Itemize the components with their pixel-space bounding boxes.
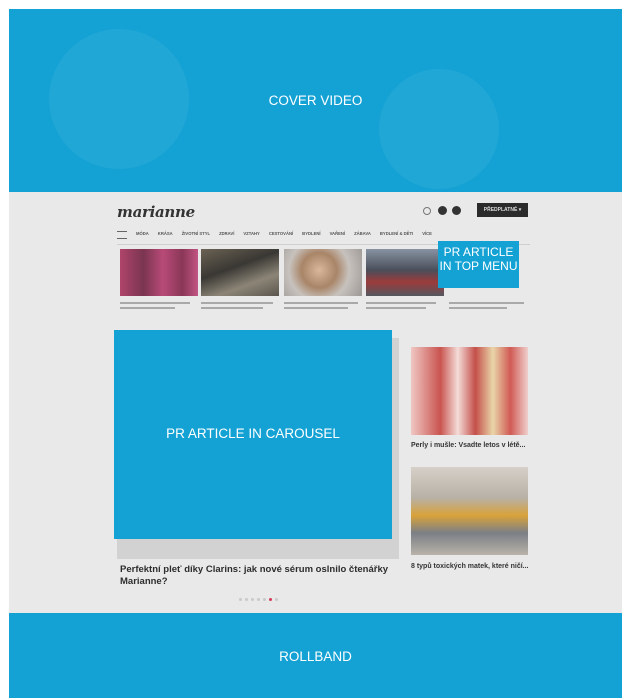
pr-article-carousel-slot[interactable]: PR ARTICLE IN CAROUSEL [114, 330, 392, 539]
nav-item[interactable]: CESTOVÁNÍ [269, 231, 293, 241]
side-article-title[interactable]: Perly i mušle: Vsadte letos v létě... [411, 441, 529, 450]
caption-line [449, 307, 507, 309]
caption-line [366, 302, 436, 304]
menu-icon[interactable] [117, 231, 127, 239]
caption-line [366, 307, 426, 309]
carousel-dot[interactable] [251, 598, 254, 601]
menu-article-thumb[interactable] [120, 249, 198, 296]
rollband-slot[interactable]: ROLLBAND [9, 613, 622, 698]
nav-item[interactable]: VAŘENÍ [330, 231, 346, 241]
carousel-dot[interactable] [239, 598, 242, 601]
carousel-dot[interactable] [263, 598, 266, 601]
side-article-image[interactable] [411, 467, 528, 555]
user-icon[interactable] [438, 206, 447, 215]
caption-line [201, 307, 263, 309]
nav-item[interactable]: BYDLENÍ [302, 231, 320, 241]
side-article-image[interactable] [411, 347, 528, 435]
nav-item[interactable]: ZÁBAVA [354, 231, 371, 241]
caption-line [449, 302, 524, 304]
carousel-article-title[interactable]: Perfektní pleť díky Clarins: jak nové sé… [120, 564, 405, 588]
subscribe-button-label: PŘEDPLATNÉ [483, 207, 518, 213]
carousel-dot[interactable] [245, 598, 248, 601]
carousel-dot-active[interactable] [269, 598, 272, 601]
carousel-dot[interactable] [257, 598, 260, 601]
rollband-label: ROLLBAND [279, 649, 352, 664]
caption-line [120, 302, 190, 304]
cart-icon[interactable] [452, 206, 461, 215]
site-nav: MÓDA KRÁSA ŽIVOTNÍ STYL ZDRAVÍ VZTAHY CE… [117, 231, 537, 241]
pr-article-carousel-label: PR ARTICLE IN CAROUSEL [166, 426, 340, 441]
cover-video-ghost-shape [379, 69, 499, 189]
nav-item[interactable]: BYDLENÍ & DĚTI [380, 231, 413, 241]
pr-article-top-menu-label: PR ARTICLE IN TOP MENU [439, 245, 518, 273]
menu-article-thumb[interactable] [366, 249, 444, 296]
carousel-dot[interactable] [275, 598, 278, 601]
nav-item[interactable]: VZTAHY [243, 231, 259, 241]
nav-item[interactable]: ZDRAVÍ [219, 231, 234, 241]
caption-line [284, 302, 358, 304]
cover-video-label: COVER VIDEO [268, 93, 363, 108]
search-icon[interactable] [423, 207, 431, 215]
nav-item[interactable]: VÍCE [422, 231, 432, 241]
nav-item[interactable]: ŽIVOTNÍ STYL [182, 231, 210, 241]
side-article-title[interactable]: 8 typů toxických matek, které ničí... [411, 562, 529, 571]
nav-item[interactable]: MÓDA [136, 231, 149, 241]
caption-line [120, 307, 175, 309]
nav-item[interactable]: KRÁSA [158, 231, 173, 241]
subscribe-button[interactable]: PŘEDPLATNÉ ▾ [477, 203, 528, 217]
pr-article-top-menu-slot[interactable]: PR ARTICLE IN TOP MENU [438, 241, 519, 288]
caption-line [201, 302, 273, 304]
menu-article-thumb[interactable] [201, 249, 279, 296]
cover-video-slot[interactable]: COVER VIDEO [9, 9, 622, 192]
caption-line [284, 307, 348, 309]
menu-article-thumb[interactable] [284, 249, 362, 296]
site-logo[interactable]: marianne [117, 203, 195, 221]
